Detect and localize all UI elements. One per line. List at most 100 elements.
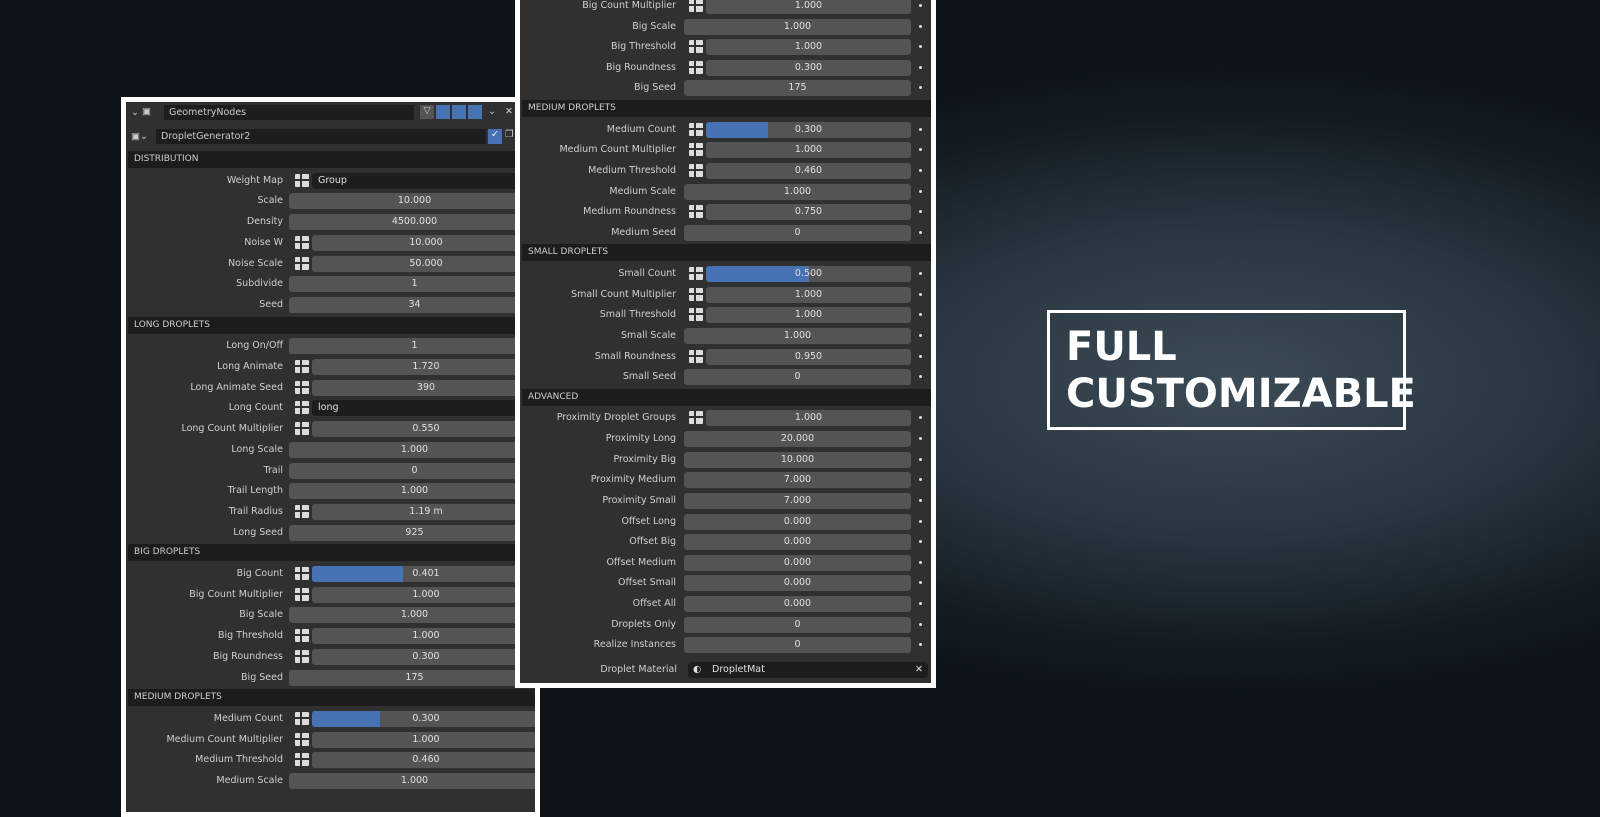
- keyframe-dot-icon[interactable]: [919, 478, 922, 482]
- value-slider[interactable]: 0.000: [684, 595, 911, 612]
- attribute-toggle-icon[interactable]: [689, 267, 703, 281]
- attribute-toggle-icon[interactable]: [295, 587, 309, 601]
- keyframe-dot-icon[interactable]: [919, 230, 922, 234]
- keyframe-dot-icon[interactable]: [919, 45, 922, 49]
- keyframe-dot-icon[interactable]: [919, 168, 922, 172]
- keyframe-dot-icon[interactable]: [919, 622, 922, 626]
- keyframe-dot-icon[interactable]: [919, 272, 922, 276]
- value-slider[interactable]: 0.750: [706, 204, 911, 221]
- attribute-toggle-icon[interactable]: [689, 287, 703, 301]
- keyframe-dot-icon[interactable]: [919, 65, 922, 69]
- value-slider[interactable]: 0.401: [312, 566, 535, 582]
- attribute-toggle-icon[interactable]: [689, 143, 703, 157]
- value-slider[interactable]: 1.000: [706, 142, 911, 159]
- attribute-toggle-icon[interactable]: [689, 60, 703, 74]
- value-slider[interactable]: 0: [684, 224, 911, 241]
- attribute-toggle-icon[interactable]: [295, 401, 309, 415]
- node-group-field[interactable]: DropletGenerator2: [156, 129, 486, 144]
- attribute-toggle-icon[interactable]: [295, 649, 309, 663]
- keyframe-dot-icon[interactable]: [919, 560, 922, 564]
- keyframe-dot-icon[interactable]: [919, 519, 922, 523]
- value-slider[interactable]: 0.300: [706, 59, 911, 76]
- viewport-icon[interactable]: [452, 105, 466, 119]
- value-slider[interactable]: 1.000: [289, 483, 535, 500]
- attribute-name-input[interactable]: Group: [312, 172, 535, 189]
- keyframe-dot-icon[interactable]: [919, 437, 922, 441]
- attribute-toggle-icon[interactable]: [689, 349, 703, 363]
- section-header-distribution[interactable]: DISTRIBUTION: [128, 151, 535, 168]
- value-slider[interactable]: 1.000: [312, 628, 535, 645]
- filter-icon[interactable]: ▽: [420, 105, 434, 119]
- keyframe-dot-icon[interactable]: [919, 127, 922, 131]
- keyframe-dot-icon[interactable]: [919, 540, 922, 544]
- value-slider[interactable]: 10.000: [289, 193, 535, 210]
- value-slider[interactable]: 10.000: [312, 234, 535, 251]
- material-selector[interactable]: ◐ DropletMat ✕: [688, 662, 928, 678]
- attribute-toggle-icon[interactable]: [295, 256, 309, 270]
- collapse-chevron-icon[interactable]: ⌄: [131, 107, 139, 118]
- value-slider[interactable]: 1.000: [706, 286, 911, 303]
- value-slider[interactable]: 1.000: [706, 410, 911, 427]
- keyframe-dot-icon[interactable]: [919, 210, 922, 214]
- value-slider[interactable]: 0.460: [312, 752, 535, 769]
- attribute-toggle-icon[interactable]: [295, 629, 309, 643]
- keyframe-dot-icon[interactable]: [919, 581, 922, 585]
- value-slider[interactable]: 1.000: [289, 441, 535, 458]
- value-slider[interactable]: 0.300: [706, 121, 911, 138]
- render-icon[interactable]: [468, 105, 482, 119]
- value-slider[interactable]: 10.000: [684, 451, 911, 468]
- value-slider[interactable]: 1.19 m: [312, 503, 535, 520]
- value-slider[interactable]: 1: [289, 276, 535, 293]
- keyframe-dot-icon[interactable]: [919, 313, 922, 317]
- value-slider[interactable]: 0: [684, 369, 911, 386]
- section-header-big-droplets[interactable]: BIG DROPLETS: [128, 544, 535, 562]
- value-slider[interactable]: 7.000: [684, 492, 911, 509]
- keyframe-dot-icon[interactable]: [919, 354, 922, 358]
- value-slider[interactable]: 925: [289, 524, 535, 541]
- attribute-toggle-icon[interactable]: [295, 360, 309, 373]
- keyframe-dot-icon[interactable]: [919, 4, 922, 7]
- attribute-toggle-icon[interactable]: [295, 422, 309, 436]
- keyframe-dot-icon[interactable]: [919, 375, 922, 379]
- editor-name-field[interactable]: GeometryNodes: [164, 105, 414, 120]
- value-slider[interactable]: 0.500: [706, 266, 911, 283]
- keyframe-dot-icon[interactable]: [919, 148, 922, 152]
- value-slider[interactable]: 0.460: [706, 162, 911, 179]
- value-slider[interactable]: 20.000: [684, 431, 911, 448]
- value-slider[interactable]: 0.950: [706, 348, 911, 365]
- value-slider[interactable]: 0.300: [312, 648, 535, 665]
- value-slider[interactable]: 0.300: [312, 710, 535, 727]
- section-header-medium-droplets[interactable]: MEDIUM DROPLETS: [522, 100, 931, 118]
- value-slider[interactable]: 390: [312, 379, 535, 396]
- close-icon[interactable]: ✕: [505, 106, 513, 117]
- attribute-toggle-icon[interactable]: [689, 411, 703, 425]
- keyframe-dot-icon[interactable]: [919, 86, 922, 90]
- value-slider[interactable]: 1.000: [706, 39, 911, 56]
- value-slider[interactable]: 1.000: [684, 327, 911, 344]
- section-header-small-droplets[interactable]: SMALL DROPLETS: [522, 244, 931, 262]
- value-slider[interactable]: 1.000: [684, 18, 911, 35]
- dropdown-chevron-icon[interactable]: ⌄: [488, 106, 496, 117]
- value-slider[interactable]: 1.000: [684, 183, 911, 200]
- attribute-toggle-icon[interactable]: [295, 567, 309, 580]
- keyframe-dot-icon[interactable]: [919, 292, 922, 296]
- attribute-toggle-icon[interactable]: [689, 122, 703, 136]
- value-slider[interactable]: 0.000: [684, 534, 911, 551]
- attribute-toggle-icon[interactable]: [689, 205, 703, 219]
- value-slider[interactable]: 1.000: [706, 0, 911, 14]
- value-slider[interactable]: 0.000: [684, 554, 911, 571]
- section-header-advanced[interactable]: ADVANCED: [522, 388, 931, 406]
- section-header-long-droplets[interactable]: LONG DROPLETS: [128, 316, 535, 334]
- value-slider[interactable]: 0: [684, 637, 911, 654]
- attribute-toggle-icon[interactable]: [689, 0, 703, 12]
- attribute-toggle-icon[interactable]: [689, 308, 703, 322]
- value-slider[interactable]: 4500.000: [289, 214, 535, 231]
- value-slider[interactable]: 1.000: [706, 307, 911, 324]
- value-slider[interactable]: 1.000: [289, 773, 535, 789]
- keyframe-dot-icon[interactable]: [919, 601, 922, 605]
- keyframe-dot-icon[interactable]: [919, 457, 922, 461]
- value-slider[interactable]: 1: [289, 338, 535, 355]
- value-slider[interactable]: 50.000: [312, 255, 535, 272]
- duplicate-icon[interactable]: ❐: [505, 129, 514, 140]
- keyframe-dot-icon[interactable]: [919, 333, 922, 337]
